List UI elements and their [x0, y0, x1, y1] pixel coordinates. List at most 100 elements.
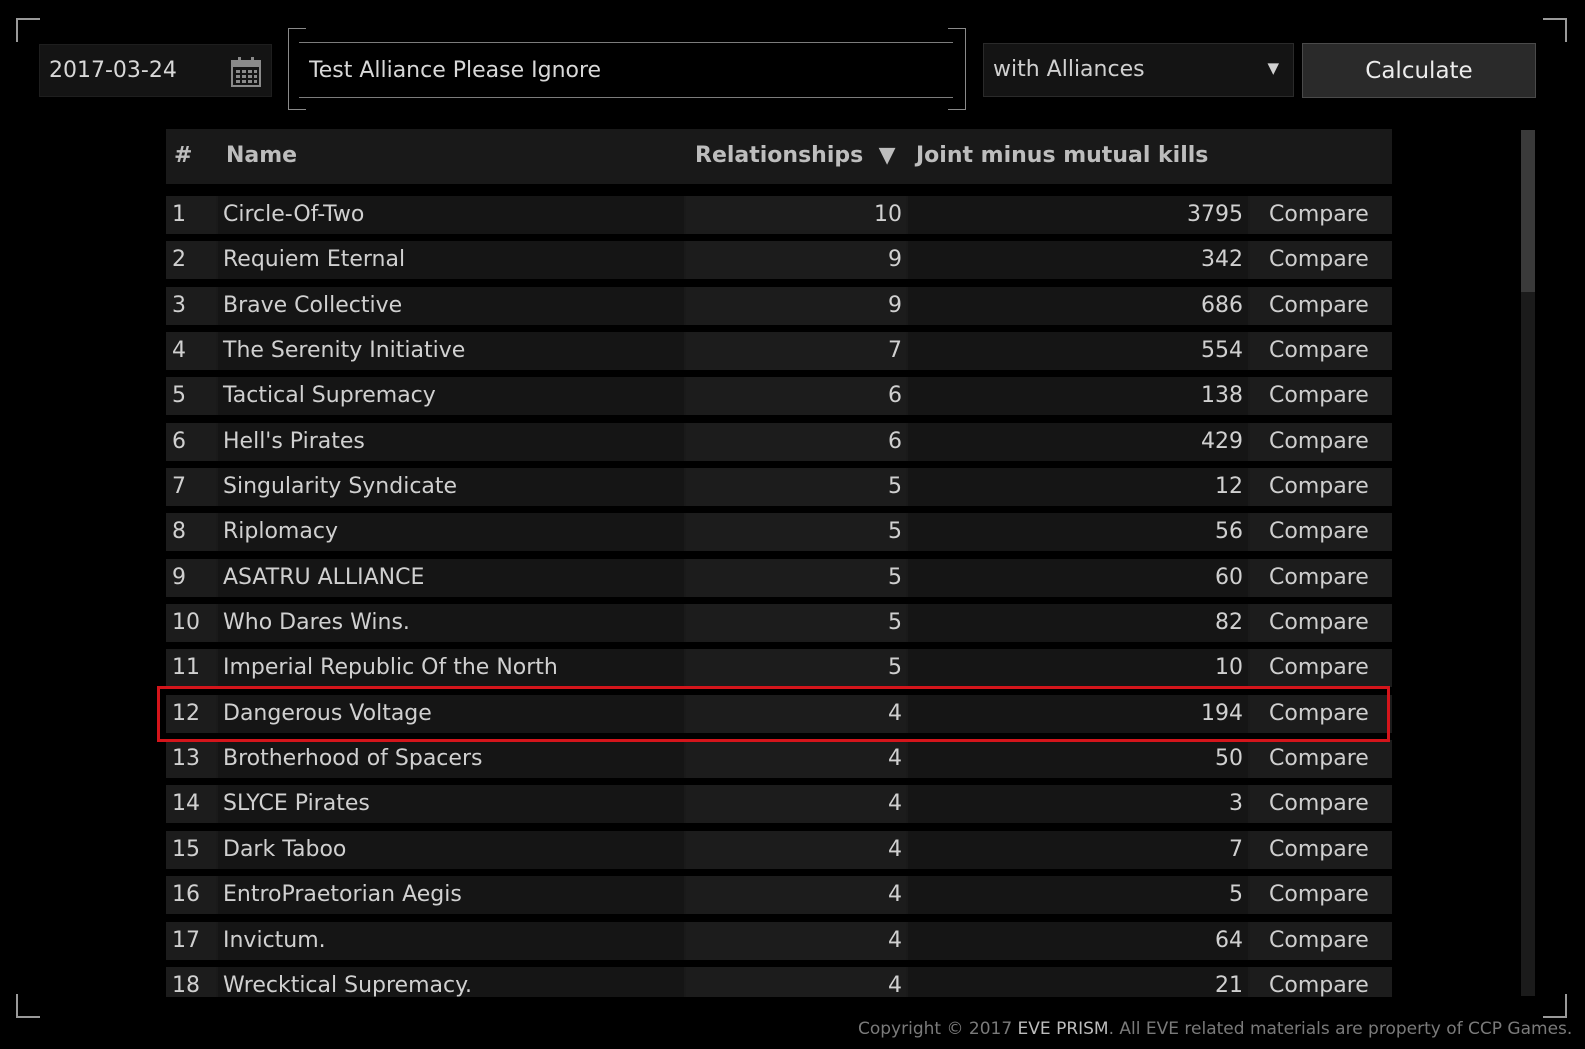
relationships-cell: 4 — [686, 876, 906, 915]
rank-cell: 16 — [166, 876, 216, 915]
table-row: 10 Who Dares Wins. 5 82 Compare — [166, 604, 1392, 643]
alliance-name-cell: Wrecktical Supremacy. — [218, 966, 684, 997]
relationships-cell: 9 — [686, 241, 906, 280]
alliance-name-cell: Dangerous Voltage — [218, 694, 684, 733]
joint-kills-cell: 10 — [908, 649, 1248, 688]
rank-cell: 14 — [166, 785, 216, 824]
frame-corner-bottom-left — [16, 994, 40, 1018]
calendar-icon[interactable] — [230, 56, 262, 92]
joint-kills-cell: 342 — [908, 241, 1248, 280]
table-row: 7 Singularity Syndicate 5 12 Compare — [166, 468, 1392, 507]
relationships-cell: 4 — [686, 785, 906, 824]
joint-kills-cell: 64 — [908, 921, 1248, 960]
compare-button[interactable]: Compare — [1250, 468, 1392, 507]
compare-button[interactable]: Compare — [1250, 286, 1392, 325]
compare-button[interactable]: Compare — [1250, 649, 1392, 688]
alliance-search — [288, 28, 966, 112]
table-row: 15 Dark Taboo 4 7 Compare — [166, 830, 1392, 869]
relationships-cell: 4 — [686, 966, 906, 997]
alliance-name-cell: ASATRU ALLIANCE — [218, 558, 684, 597]
frame-corner-top-right — [1543, 18, 1567, 42]
rank-cell: 11 — [166, 649, 216, 688]
frame-corner-top-left — [16, 18, 40, 42]
table-row: 11 Imperial Republic Of the North 5 10 Compa… — [166, 649, 1392, 688]
rank-cell: 8 — [166, 513, 216, 552]
compare-button[interactable]: Compare — [1250, 332, 1392, 371]
footer-prefix: Copyright © 2017 — [858, 1019, 1018, 1039]
rank-cell: 13 — [166, 740, 216, 779]
relationships-cell: 5 — [686, 513, 906, 552]
compare-button[interactable]: Compare — [1250, 694, 1392, 733]
header-relationships[interactable]: Relationships ▼ — [695, 143, 895, 168]
table-row: 16 EntroPraetorian Aegis 4 5 Compare — [166, 876, 1392, 915]
rank-cell: 6 — [166, 422, 216, 461]
relationships-cell: 5 — [686, 649, 906, 688]
header-name[interactable]: Name — [226, 143, 297, 168]
table-row: 9 ASATRU ALLIANCE 5 60 Compare — [166, 558, 1392, 597]
relationships-cell: 4 — [686, 740, 906, 779]
table-row: 3 Brave Collective 9 686 Compare — [166, 286, 1392, 325]
scrollbar[interactable] — [1521, 130, 1535, 996]
compare-button[interactable]: Compare — [1250, 196, 1392, 234]
chevron-down-icon[interactable]: ▼ — [1267, 59, 1279, 77]
sort-desc-icon[interactable]: ▼ — [879, 143, 896, 168]
relationships-cell: 9 — [686, 286, 906, 325]
footer-brand: EVE PRISM — [1017, 1019, 1109, 1039]
table-row: 4 The Serenity Initiative 7 554 Compare — [166, 332, 1392, 371]
mode-select[interactable]: with Alliances ▼ — [983, 43, 1294, 97]
compare-button[interactable]: Compare — [1250, 966, 1392, 997]
joint-kills-cell: 686 — [908, 286, 1248, 325]
joint-kills-cell: 429 — [908, 422, 1248, 461]
compare-button[interactable]: Compare — [1250, 876, 1392, 915]
footer-suffix: . All EVE related materials are property… — [1108, 1019, 1573, 1039]
alliance-name-cell: SLYCE Pirates — [218, 785, 684, 824]
rank-cell: 7 — [166, 468, 216, 507]
compare-button[interactable]: Compare — [1250, 785, 1392, 824]
relationships-cell: 4 — [686, 694, 906, 733]
date-picker[interactable]: 2017-03-24 — [39, 44, 272, 97]
table-row: 17 Invictum. 4 64 Compare — [166, 921, 1392, 960]
calculate-button[interactable]: Calculate — [1302, 43, 1536, 98]
alliance-name-cell: Circle-Of-Two — [218, 196, 684, 234]
relationships-cell: 4 — [686, 830, 906, 869]
table-row: 1 Circle-Of-Two 10 3795 Compare — [166, 196, 1392, 234]
rank-cell: 4 — [166, 332, 216, 371]
rank-cell: 3 — [166, 286, 216, 325]
relationships-cell: 5 — [686, 468, 906, 507]
joint-kills-cell: 7 — [908, 830, 1248, 869]
table-row: 14 SLYCE Pirates 4 3 Compare — [166, 785, 1392, 824]
alliance-search-input[interactable] — [299, 42, 953, 98]
compare-button[interactable]: Compare — [1250, 241, 1392, 280]
compare-button[interactable]: Compare — [1250, 513, 1392, 552]
rank-cell: 12 — [166, 694, 216, 733]
header-joint-kills[interactable]: Joint minus mutual kills — [916, 143, 1208, 168]
table-row: 8 Riplomacy 5 56 Compare — [166, 513, 1392, 552]
relationships-cell: 6 — [686, 377, 906, 416]
alliance-name-cell: Who Dares Wins. — [218, 604, 684, 643]
compare-button[interactable]: Compare — [1250, 558, 1392, 597]
rank-cell: 2 — [166, 241, 216, 280]
compare-button[interactable]: Compare — [1250, 422, 1392, 461]
mode-select-value[interactable]: with Alliances — [993, 57, 1145, 82]
compare-button[interactable]: Compare — [1250, 740, 1392, 779]
compare-button[interactable]: Compare — [1250, 377, 1392, 416]
date-value[interactable]: 2017-03-24 — [49, 58, 177, 83]
scrollbar-thumb[interactable] — [1521, 130, 1535, 292]
rank-cell: 15 — [166, 830, 216, 869]
alliance-name-cell: Brave Collective — [218, 286, 684, 325]
header-rank: # — [174, 143, 193, 168]
table-row: 18 Wrecktical Supremacy. 4 21 Compare — [166, 966, 1392, 997]
compare-button[interactable]: Compare — [1250, 604, 1392, 643]
compare-button[interactable]: Compare — [1250, 830, 1392, 869]
joint-kills-cell: 3 — [908, 785, 1248, 824]
rank-cell: 9 — [166, 558, 216, 597]
frame-corner-bottom-right — [1543, 994, 1567, 1018]
compare-button[interactable]: Compare — [1250, 921, 1392, 960]
alliance-name-cell: Dark Taboo — [218, 830, 684, 869]
joint-kills-cell: 5 — [908, 876, 1248, 915]
header-relationships-label[interactable]: Relationships — [695, 143, 863, 168]
alliance-name-cell: Imperial Republic Of the North — [218, 649, 684, 688]
joint-kills-cell: 138 — [908, 377, 1248, 416]
alliance-name-cell: Brotherhood of Spacers — [218, 740, 684, 779]
relationships-cell: 5 — [686, 604, 906, 643]
